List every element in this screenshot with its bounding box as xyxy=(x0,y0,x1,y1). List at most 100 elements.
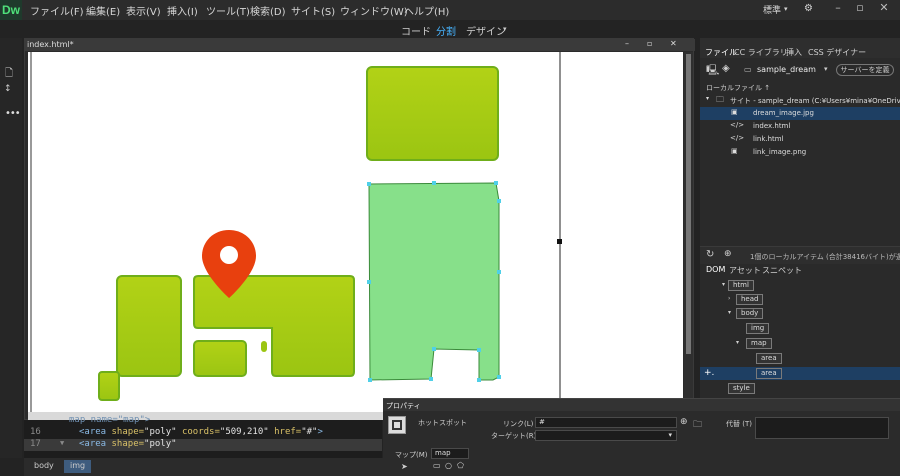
menu-file[interactable]: ファイル(F) xyxy=(30,3,84,18)
dom-node-img[interactable]: img xyxy=(746,323,770,334)
connect-icon[interactable]: 🖳 xyxy=(706,63,719,80)
chevron-down-icon[interactable]: ▾ xyxy=(722,281,725,288)
maximize-icon[interactable]: ▫ xyxy=(850,1,870,17)
menu-window[interactable]: ウィンドウ(W) xyxy=(340,3,408,18)
rectangle-hotspot-tool-icon[interactable]: ▭ xyxy=(433,461,441,470)
menu-tools[interactable]: ツール(T) xyxy=(206,3,250,18)
tab-snippets[interactable]: スニペット xyxy=(762,265,802,276)
menu-view[interactable]: 表示(V) xyxy=(126,3,161,18)
alt-textarea[interactable] xyxy=(755,417,889,439)
chevron-down-icon[interactable]: ▾ xyxy=(668,431,672,440)
dom-node-map[interactable]: map xyxy=(746,338,772,349)
app-logo: Dw xyxy=(0,0,22,20)
more-icon[interactable]: ••• xyxy=(5,108,21,119)
dreamweaver-window: Dw ファイル(F) 編集(E) 表示(V) 挿入(I) ツール(T) 検索(D… xyxy=(0,0,900,476)
close-icon[interactable]: ✕ xyxy=(874,1,894,17)
menu-edit[interactable]: 編集(E) xyxy=(86,3,120,18)
design-canvas[interactable] xyxy=(28,52,683,412)
file-row-link[interactable]: </> link.html xyxy=(700,133,900,146)
dom-node-head[interactable]: head xyxy=(736,294,764,305)
properties-panel: プロパティ ホットスポット リンク(L) # ⊕ 🗀 代替 (T) ターゲット(… xyxy=(383,398,900,471)
code-file-icon: </> xyxy=(730,134,745,142)
code-editor[interactable]: map name="map"> 16 <area shape="poly" co… xyxy=(24,415,382,458)
dom-tab-bar: DOM アセット スニペット xyxy=(700,264,900,276)
site-select[interactable]: sample_dream xyxy=(757,65,816,74)
new-document-icon[interactable]: 🗋 xyxy=(5,66,13,83)
vertical-scrollbar[interactable] xyxy=(684,52,693,412)
map-name-input[interactable]: map xyxy=(431,448,469,459)
workspace-switcher[interactable]: 標準 xyxy=(763,3,781,16)
add-element-icon[interactable]: +. xyxy=(704,368,714,378)
file-row-dream-image[interactable]: ▣ dream_image.jpg xyxy=(700,107,900,120)
crumb-img[interactable]: img xyxy=(64,460,92,473)
dom-node-area-selected[interactable]: area xyxy=(756,368,782,379)
polygon-hotspot-tool-icon[interactable]: ⬠ xyxy=(457,461,464,470)
menu-help[interactable]: ヘルプ(H) xyxy=(404,3,449,18)
tab-cc-libraries[interactable]: CC ライブラリ xyxy=(734,47,788,58)
code-view-button[interactable]: コード xyxy=(401,23,431,38)
link-label: リンク(L) xyxy=(503,420,534,428)
fold-icon[interactable]: ▼ xyxy=(60,439,64,447)
site-root-row[interactable]: ▾ 🗀 サイト - sample_dream (C:¥Users¥mina¥On… xyxy=(700,94,900,107)
chevron-down-icon[interactable]: ▾ xyxy=(784,5,788,13)
map-block-3 xyxy=(193,340,247,377)
pointer-hotspot-tool-icon[interactable]: ➤ xyxy=(401,462,408,471)
link-input[interactable]: # xyxy=(535,417,677,428)
git-icon[interactable]: ◈ xyxy=(722,63,730,74)
file-row-index[interactable]: </> index.html xyxy=(700,120,900,133)
dom-node-html[interactable]: html xyxy=(728,280,754,291)
right-panel: ファイル CC ライブラリ 挿入 CSS デザイナー 🖳 ◈ ▭ sample_… xyxy=(700,38,900,398)
image-file-icon: ▣ xyxy=(731,108,738,116)
globe-icon[interactable]: ⊕ xyxy=(724,249,732,259)
tab-insert[interactable]: 挿入 xyxy=(786,47,802,58)
document-tab[interactable]: index.html* xyxy=(27,40,74,49)
circle-hotspot-tool-icon[interactable]: ○ xyxy=(445,461,452,470)
close-icon[interactable]: ✕ xyxy=(670,39,677,48)
menu-insert[interactable]: 挿入(I) xyxy=(167,3,198,18)
maximize-icon[interactable]: ▫ xyxy=(647,39,652,48)
crumb-body[interactable]: body xyxy=(28,460,60,473)
refresh-icon[interactable]: ↻ xyxy=(706,249,714,260)
file-row-link-image[interactable]: ▣ link_image.png xyxy=(700,146,900,159)
code-line-17: 17 ▼ <area shape="poly" xyxy=(24,439,382,451)
target-label: ターゲット(R) xyxy=(491,432,537,440)
dom-node-style[interactable]: style xyxy=(728,383,755,394)
sync-settings-icon[interactable]: ⚙ xyxy=(804,3,813,14)
chevron-down-icon[interactable]: ▾ xyxy=(706,95,709,102)
chevron-down-icon[interactable]: ▾ xyxy=(728,309,731,316)
minimize-icon[interactable]: – xyxy=(625,39,629,48)
target-select[interactable]: ▾ xyxy=(535,430,677,441)
menu-site[interactable]: サイト(S) xyxy=(291,3,335,18)
chevron-down-icon[interactable]: ▾ xyxy=(824,65,828,73)
minimize-icon[interactable]: – xyxy=(828,1,848,17)
resize-handle[interactable] xyxy=(557,239,562,244)
menu-find[interactable]: 検索(D) xyxy=(250,3,286,18)
dom-selected-row[interactable] xyxy=(700,367,900,380)
browse-folder-icon[interactable]: 🗀 xyxy=(693,417,702,433)
map-block-1 xyxy=(116,275,182,377)
scroll-thumb[interactable] xyxy=(686,54,691,354)
point-to-file-icon[interactable]: ⊕ xyxy=(680,417,688,427)
tab-css-designer[interactable]: CSS デザイナー xyxy=(808,47,866,58)
hotspot-label: ホットスポット xyxy=(418,419,467,427)
tab-assets[interactable]: アセット xyxy=(729,265,761,276)
sort-icon[interactable]: ↕ xyxy=(4,84,12,94)
chevron-down-icon[interactable]: ▾ xyxy=(736,339,739,346)
properties-header: プロパティ xyxy=(383,399,900,411)
design-view-button[interactable]: デザイン xyxy=(466,23,506,38)
image-map-graphic xyxy=(30,52,562,412)
location-pin-hole xyxy=(220,246,238,264)
map-block-dot xyxy=(261,341,267,352)
define-server-button[interactable]: サーバーを定義 xyxy=(836,64,894,76)
tab-files[interactable]: ファイル xyxy=(705,47,737,58)
document-window: index.html* – ▫ ✕ xyxy=(24,38,695,420)
tab-dom[interactable]: DOM xyxy=(706,265,725,274)
chevron-down-icon[interactable]: ▾ xyxy=(503,25,507,33)
split-view-button[interactable]: 分割 xyxy=(436,23,456,38)
dom-node-area[interactable]: area xyxy=(756,353,782,364)
map-block-small xyxy=(98,371,120,401)
local-files-header[interactable]: ローカルファイル ↑ xyxy=(706,83,770,93)
chevron-right-icon[interactable]: › xyxy=(728,295,730,302)
folder-icon: ▭ xyxy=(744,65,752,74)
dom-node-body[interactable]: body xyxy=(736,308,764,319)
